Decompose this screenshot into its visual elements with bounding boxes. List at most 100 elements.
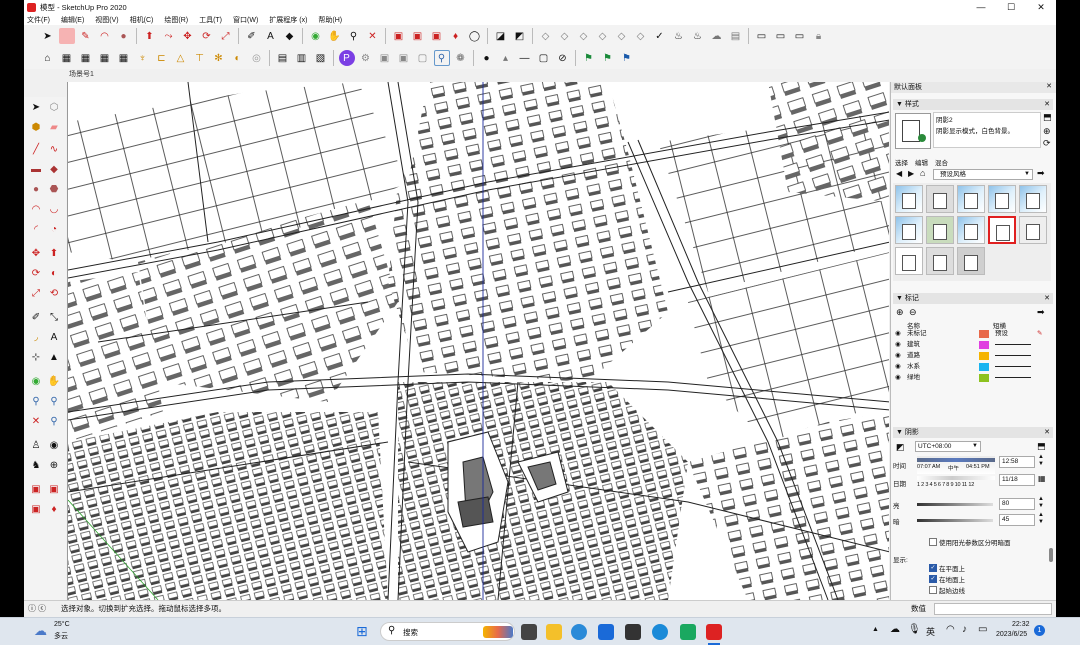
style-swatch[interactable] bbox=[895, 185, 923, 213]
light-slider[interactable] bbox=[917, 503, 993, 506]
eraser-icon[interactable] bbox=[58, 28, 75, 44]
paint-icon[interactable]: ◆ bbox=[282, 28, 298, 44]
plugin-flower-icon[interactable]: ❁ bbox=[453, 50, 469, 66]
plugin-tool-1-icon[interactable]: ♆ bbox=[135, 50, 151, 66]
plugin-tool-9-icon[interactable]: ▥ bbox=[294, 50, 310, 66]
styles-panel-header[interactable]: ▼ 样式 ✕ bbox=[893, 99, 1053, 110]
push-pull-icon[interactable]: ⬆ bbox=[142, 28, 158, 44]
menu-view[interactable]: 视图(V) bbox=[95, 15, 118, 25]
share-model-icon[interactable]: ▣ bbox=[410, 28, 426, 44]
monochrome-icon[interactable]: ◇ bbox=[633, 28, 649, 44]
model-viewport[interactable] bbox=[67, 82, 889, 600]
ruby-icon[interactable]: ♦ bbox=[448, 28, 464, 44]
style-tab-select[interactable]: 选择 bbox=[895, 157, 908, 167]
details-arrow-icon[interactable]: ➡ bbox=[1037, 168, 1045, 179]
rotate-icon[interactable]: ⟳ bbox=[199, 28, 215, 44]
style-swatch[interactable] bbox=[957, 247, 985, 275]
battery-icon[interactable]: ▭ bbox=[978, 624, 987, 635]
tag-row[interactable]: ◉ 未标记 预设 ✎ bbox=[895, 328, 1045, 339]
protractor-icon[interactable]: ◞ bbox=[29, 331, 43, 345]
orbit-tool-icon[interactable]: ◉ bbox=[29, 375, 43, 389]
add-tag-icon[interactable]: ⊕ bbox=[896, 307, 904, 318]
menu-edit[interactable]: 编辑(E) bbox=[61, 15, 84, 25]
plugin-export-icon[interactable]: ▣ bbox=[396, 50, 412, 66]
hidden-line-icon[interactable]: ◇ bbox=[576, 28, 592, 44]
onedrive-icon[interactable]: ☁ bbox=[890, 624, 900, 635]
check-icon[interactable]: ✓ bbox=[652, 28, 668, 44]
plugin-tool-2-icon[interactable]: ⊏ bbox=[154, 50, 170, 66]
eye-icon[interactable]: ◉ bbox=[895, 361, 901, 372]
warehouse-icon[interactable]: ▣ bbox=[391, 28, 407, 44]
plugin-tool-8-icon[interactable]: ▤ bbox=[275, 50, 291, 66]
zoom-icon[interactable]: ⚲ bbox=[346, 28, 362, 44]
style-swatch[interactable] bbox=[895, 247, 923, 275]
timezone-select[interactable]: UTC+08:00 ▼ bbox=[915, 441, 981, 452]
on-faces-checkbox[interactable]: ✓ bbox=[929, 564, 937, 572]
plugin-gear-icon[interactable]: ⚙ bbox=[358, 50, 374, 66]
plugin-tool-10-icon[interactable]: ▧ bbox=[313, 50, 329, 66]
follow-me-icon[interactable]: ⤳ bbox=[161, 28, 177, 44]
eye-icon[interactable]: ◉ bbox=[895, 339, 901, 350]
section-plane-icon[interactable]: ◪ bbox=[493, 28, 509, 44]
wireframe-icon[interactable]: ◇ bbox=[557, 28, 573, 44]
scale-icon[interactable]: ⤢ bbox=[218, 28, 234, 44]
section-plane-tool-icon[interactable]: ⊕ bbox=[47, 459, 61, 473]
update-style-icon[interactable]: ⬒ bbox=[1043, 112, 1052, 123]
minimize-button[interactable]: — bbox=[966, 0, 996, 14]
tag-row[interactable]: ◉ 水系 bbox=[895, 361, 1045, 372]
menu-extensions[interactable]: 扩展程序 (x) bbox=[269, 15, 307, 25]
eraser-icon[interactable]: ▰ bbox=[47, 121, 61, 135]
previous-view-icon[interactable]: ⚲ bbox=[47, 415, 61, 429]
sandbox-flip-icon[interactable]: ▦ bbox=[116, 50, 132, 66]
paint-bucket-icon[interactable]: ● bbox=[116, 28, 132, 44]
weather-cloud-icon[interactable]: ☁ bbox=[34, 623, 47, 639]
time-slider[interactable]: 07:07 AM 中午 04:51 PM bbox=[917, 456, 995, 474]
date-slider[interactable]: 1 2 3 4 5 6 7 8 9 10 11 12 bbox=[917, 474, 995, 492]
scene-tab[interactable]: 场景号1 bbox=[66, 69, 106, 81]
paint-bucket-icon[interactable]: ⬢ bbox=[29, 121, 43, 135]
sketchup-taskbar-icon[interactable] bbox=[706, 624, 722, 640]
extension-warehouse-icon[interactable]: ▣ bbox=[429, 28, 445, 44]
plugin-tool-7-icon[interactable]: ◎ bbox=[249, 50, 265, 66]
extension-tool-icon[interactable]: ▣ bbox=[29, 503, 43, 517]
calendar-icon[interactable]: ▦ bbox=[1038, 474, 1046, 483]
tape-measure-tool-icon[interactable]: ✐ bbox=[29, 311, 43, 325]
clock-time[interactable]: 22:32 bbox=[1012, 621, 1030, 628]
warehouse-tool-icon[interactable]: ▣ bbox=[29, 483, 43, 497]
sandbox-drape-icon[interactable]: ▦ bbox=[78, 50, 94, 66]
plugin-tool-3-icon[interactable]: △ bbox=[173, 50, 189, 66]
tag-color[interactable] bbox=[979, 374, 989, 382]
lock-icon[interactable]: 🔒︎ bbox=[811, 28, 827, 44]
zoom-extents-tool-icon[interactable]: ✕ bbox=[29, 415, 43, 429]
xray-icon[interactable]: ◇ bbox=[538, 28, 554, 44]
window-view-icon[interactable]: ▭ bbox=[754, 28, 770, 44]
plugin-panel-icon[interactable]: ▣ bbox=[377, 50, 393, 66]
clock-date[interactable]: 2023/6/25 bbox=[996, 631, 1027, 638]
tag-row[interactable]: ◉ 绿地 bbox=[895, 372, 1045, 383]
wifi-icon[interactable]: ◠ bbox=[946, 624, 955, 635]
style-tab-mix[interactable]: 混合 bbox=[935, 157, 948, 167]
pan-icon[interactable]: ✋ bbox=[327, 28, 343, 44]
wechat-icon[interactable] bbox=[680, 624, 696, 640]
freehand-icon[interactable]: ∿ bbox=[47, 143, 61, 157]
pie-icon[interactable]: ◔ bbox=[47, 223, 61, 237]
plugin-tool-5-icon[interactable]: ✻ bbox=[211, 50, 227, 66]
window-view-2-icon[interactable]: ▭ bbox=[773, 28, 789, 44]
position-camera-icon[interactable]: ♙ bbox=[29, 439, 43, 453]
section-fill-icon[interactable]: ◩ bbox=[512, 28, 528, 44]
measurements-input[interactable] bbox=[934, 603, 1052, 615]
tag-row[interactable]: ◉ 建筑 bbox=[895, 339, 1045, 350]
menu-window[interactable]: 窗口(W) bbox=[233, 15, 258, 25]
eye-icon[interactable]: ◉ bbox=[895, 328, 901, 339]
date-input[interactable]: 11/18 bbox=[999, 474, 1035, 486]
line-icon[interactable]: — bbox=[517, 50, 533, 66]
use-sun-checkbox[interactable] bbox=[929, 538, 937, 546]
rectangle-tool-icon[interactable]: ▬ bbox=[29, 163, 43, 177]
style-collection-select[interactable]: 预设风格 ▼ bbox=[933, 169, 1033, 180]
plugin-p-icon[interactable]: P bbox=[338, 50, 355, 66]
dot-icon[interactable]: ● bbox=[479, 50, 495, 66]
on-ground-checkbox[interactable]: ✓ bbox=[929, 575, 937, 583]
file-explorer-icon[interactable] bbox=[546, 624, 562, 640]
rotate-tool-icon[interactable]: ⟳ bbox=[29, 267, 43, 281]
close-button[interactable]: ✕ bbox=[1026, 0, 1056, 14]
